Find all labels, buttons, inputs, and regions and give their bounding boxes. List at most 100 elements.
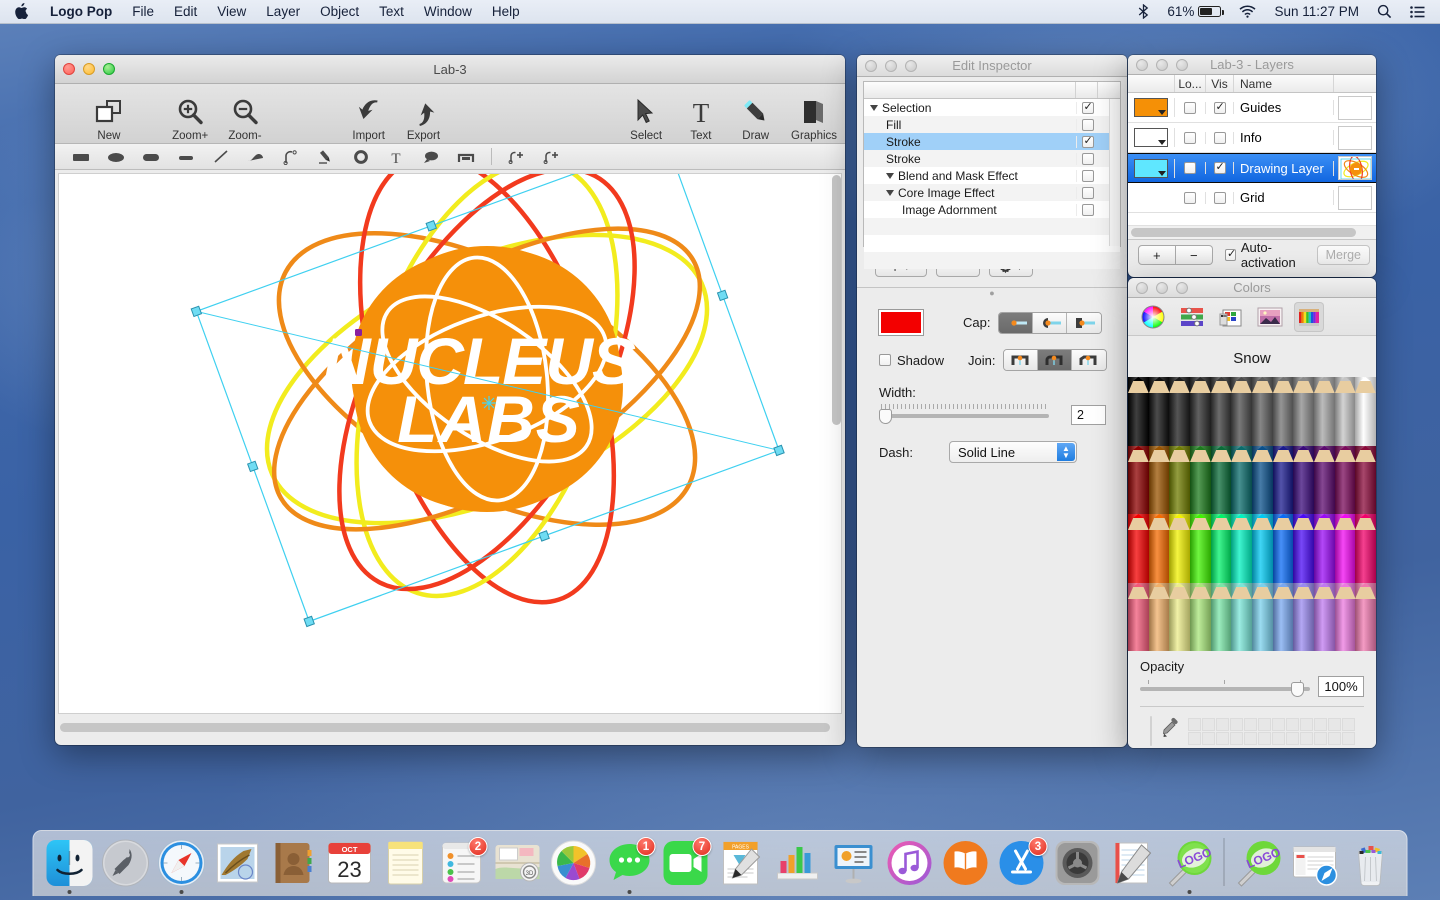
reminders-icon[interactable]: 2 (438, 837, 488, 887)
menu-app-name[interactable]: Logo Pop (40, 0, 122, 23)
colors-titlebar[interactable]: Colors (1128, 278, 1376, 298)
join-bevel-option[interactable] (1072, 350, 1107, 370)
inspector-row[interactable]: Fill (864, 116, 1120, 133)
crayon-palette[interactable] (1128, 377, 1376, 651)
crayon-swatch[interactable] (1190, 582, 1211, 651)
crayon-swatch[interactable] (1293, 582, 1315, 651)
join-style-segmented-control[interactable] (1003, 349, 1108, 371)
maps-icon[interactable]: 3D (494, 839, 542, 887)
crayon-swatch[interactable] (1314, 445, 1335, 514)
mail-icon[interactable] (214, 839, 262, 887)
crayon-swatch[interactable] (1210, 582, 1232, 651)
colors-close-button[interactable] (1136, 281, 1148, 294)
import-button[interactable]: Import (341, 86, 396, 142)
saved-swatch[interactable] (1300, 717, 1313, 731)
ibooks-icon[interactable] (942, 839, 990, 887)
crayon-swatch[interactable] (1252, 377, 1273, 446)
dock-item-launchpad[interactable] (98, 832, 154, 894)
menu-bar-clock[interactable]: Sun 11:27 PM (1265, 0, 1368, 23)
saved-swatch[interactable] (1328, 731, 1341, 745)
saved-swatch[interactable] (1188, 717, 1201, 731)
saved-swatch[interactable] (1230, 731, 1243, 745)
inspector-row-checkbox-cell[interactable] (1076, 134, 1098, 148)
draw-tool-button[interactable]: Draw (728, 86, 783, 142)
trash-full-icon[interactable] (1347, 839, 1395, 887)
layers-titlebar[interactable]: Lab-3 - Layers (1128, 55, 1376, 75)
inspector-row-checkbox[interactable] (1081, 118, 1094, 131)
downloads-stack-icon[interactable] (1291, 839, 1339, 887)
saved-swatch[interactable] (1300, 731, 1313, 745)
dock-item-logo-pop-document[interactable]: LOGO (1231, 832, 1287, 894)
calendar-icon[interactable]: OCT 23 (326, 839, 374, 887)
drawing-canvas[interactable]: NUCLEUS LABS (58, 173, 842, 714)
crayon-swatch[interactable] (1272, 514, 1294, 583)
crayon-swatch[interactable] (1169, 514, 1191, 583)
menu-item-file[interactable]: File (122, 0, 164, 23)
crayon-swatch[interactable] (1355, 377, 1376, 446)
cap-square-option[interactable] (1067, 312, 1102, 333)
cap-style-segmented-control[interactable] (998, 311, 1103, 334)
layer-color-swatch-button[interactable] (1134, 98, 1168, 117)
saved-swatch[interactable] (1272, 731, 1285, 745)
dock-item-system-preferences[interactable] (1050, 832, 1106, 894)
inspector-row[interactable]: Image Adornment (864, 201, 1120, 218)
menu-item-text[interactable]: Text (369, 0, 414, 23)
add-curve-tool-icon[interactable] (535, 145, 570, 169)
inspector-row[interactable]: Stroke (864, 150, 1120, 167)
opacity-slider[interactable] (1140, 679, 1310, 697)
crayon-swatch[interactable] (1148, 514, 1170, 583)
dash-style-popup[interactable]: Solid Line ▲ ▼ (948, 441, 1077, 463)
inspector-row-checkbox[interactable] (1081, 169, 1094, 182)
ellipse-tool-icon[interactable] (98, 145, 133, 169)
dock-item-trash[interactable] (1343, 832, 1399, 894)
dock-item-reminders[interactable]: 2 (434, 832, 490, 894)
auto-activation-row[interactable]: Auto-activation (1225, 240, 1317, 270)
menu-item-layer[interactable]: Layer (256, 0, 310, 23)
cap-round-option[interactable] (1033, 312, 1068, 333)
line-tool-icon[interactable] (203, 145, 238, 169)
crayon-swatch[interactable] (1355, 445, 1376, 514)
layers-close-button[interactable] (1136, 58, 1148, 71)
layer-color-swatch-button[interactable] (1134, 128, 1168, 147)
dock-item-facetime[interactable]: 7 (658, 832, 714, 894)
curve-tool-icon[interactable] (238, 145, 273, 169)
inspector-zoom-button[interactable] (905, 59, 917, 72)
zoom-in-button[interactable]: Zoom+ (163, 86, 218, 142)
dock-item-safari[interactable] (154, 832, 210, 894)
bezier-tool-icon[interactable] (273, 145, 308, 169)
layers-minimize-button[interactable] (1156, 58, 1168, 71)
crayon-swatch[interactable] (1169, 582, 1191, 651)
layer-lock-cell[interactable] (1175, 101, 1206, 114)
saved-swatch[interactable] (1258, 717, 1271, 731)
numbers-icon[interactable] (774, 839, 822, 887)
saved-swatch[interactable] (1202, 731, 1215, 745)
crayon-swatch[interactable] (1252, 514, 1273, 583)
inspector-row-checkbox[interactable] (1081, 100, 1094, 114)
inspector-row[interactable]: Selection (864, 99, 1120, 116)
crayon-swatch[interactable] (1293, 445, 1315, 514)
layers-zoom-button[interactable] (1176, 58, 1188, 71)
spotlight-search-icon[interactable] (1368, 0, 1401, 23)
layer-name[interactable]: Drawing Layer (1234, 160, 1334, 176)
callout-tool-icon[interactable] (413, 145, 448, 169)
bluetooth-icon[interactable] (1129, 0, 1158, 23)
inspector-tree[interactable]: Selection Fill Stroke Stroke Blend and Mask … (863, 81, 1121, 269)
saved-swatch[interactable] (1314, 717, 1327, 731)
saved-swatch[interactable] (1286, 731, 1299, 745)
layer-visibility-checkbox[interactable] (1213, 160, 1226, 174)
itunes-icon[interactable] (886, 839, 934, 887)
document-titlebar[interactable]: Lab-3 (55, 55, 845, 84)
layers-horizontal-scrollbar[interactable] (1128, 226, 1376, 239)
inspector-row-checkbox[interactable] (1081, 134, 1094, 148)
notes-icon[interactable] (382, 839, 430, 887)
crayon-swatch[interactable] (1314, 514, 1335, 583)
bracket-tool-icon[interactable] (448, 145, 483, 169)
facetime-icon[interactable]: 7 (662, 837, 712, 887)
layer-lock-checkbox[interactable] (1184, 191, 1196, 204)
disclosure-triangle-icon[interactable] (870, 104, 878, 111)
menu-item-object[interactable]: Object (310, 0, 369, 23)
pages-icon[interactable]: PAGES (718, 839, 766, 887)
crayon-swatch[interactable] (1169, 377, 1191, 446)
dock-item-photos[interactable] (546, 832, 602, 894)
launchpad-icon[interactable] (102, 839, 150, 887)
